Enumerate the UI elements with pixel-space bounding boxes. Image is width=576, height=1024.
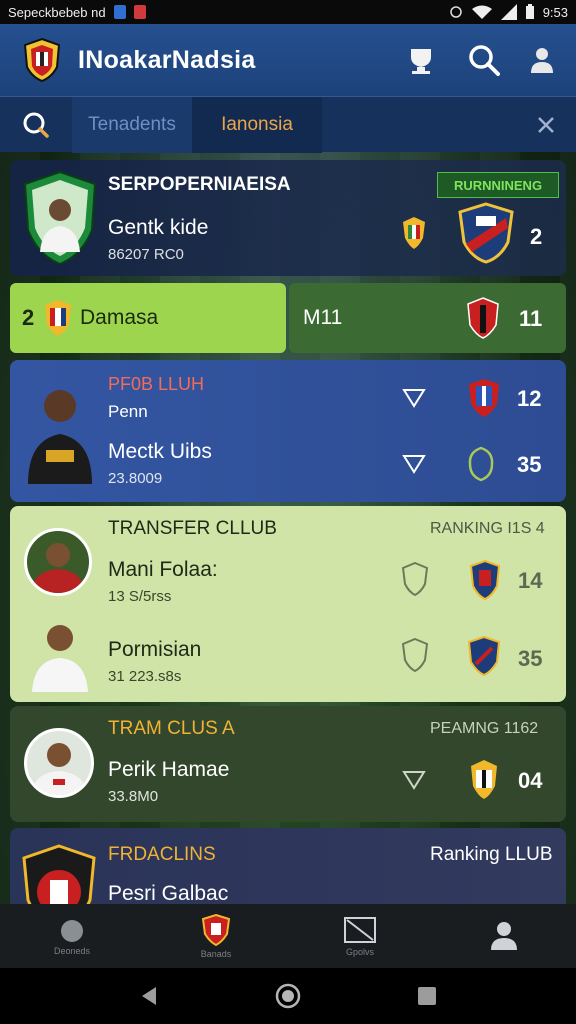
card-heading: FRDACLINS (108, 844, 216, 865)
nav-home[interactable]: Deoneds (0, 904, 144, 968)
ranking-label: PEAMNG 1162 (430, 720, 539, 737)
player-sub: 23.8009 (108, 470, 163, 487)
player-card-1[interactable]: SERPOPERNIAEISA RURNNINENG Gentk kide 86… (10, 160, 566, 276)
club-shield-icon (403, 217, 425, 249)
player-sub: 13 S/5rss (108, 588, 172, 605)
trophy-icon[interactable] (404, 45, 438, 75)
transfer-club-card[interactable]: TRANSFER CLLUB RANKING I1S 4 Mani Folaa:… (10, 506, 566, 702)
status-time: 9:53 (542, 4, 568, 20)
search-toggle[interactable] (0, 97, 72, 153)
ranking-badge: RURNNINENG (437, 172, 559, 198)
app-bar: INoakarNadsia (0, 24, 576, 96)
club-shield-icon (469, 379, 499, 417)
club-crest-icon (202, 913, 230, 946)
nav-clubs[interactable]: Banads (144, 904, 288, 968)
club-crest-logo (23, 37, 61, 83)
card-value-2: 35 (517, 452, 542, 477)
match-card-left[interactable]: 2 Damasa (10, 283, 286, 353)
club-shield-icon (471, 760, 497, 799)
card-value-1: 12 (517, 386, 542, 411)
alarm-icon (449, 6, 462, 18)
search-small-icon (23, 112, 49, 138)
chevron-shield-icon (402, 455, 426, 474)
player-photo (31, 543, 85, 593)
right-label: M11 (303, 306, 343, 329)
system-navigation-bar (0, 968, 576, 1024)
club-shield-icon (470, 560, 500, 600)
player-avatar (24, 528, 92, 596)
player-name: Pesri Galbac (108, 882, 229, 905)
card-heading: TRANSFER CLLUB (108, 518, 277, 539)
card-value: 04 (518, 768, 543, 793)
back-icon[interactable] (138, 985, 160, 1007)
player-name: Mectk Uibs (108, 440, 212, 463)
card-subheading: Penn (108, 402, 148, 421)
chevron-shield-icon (402, 389, 426, 408)
recents-icon[interactable] (416, 985, 438, 1007)
filter-tab-label: Ianonsia (221, 113, 293, 135)
chevron-shield-icon (402, 771, 426, 790)
home-icon[interactable] (275, 983, 301, 1009)
bottom-navigation: Deoneds Banads Gpolvs (0, 904, 576, 968)
card-value: 2 (530, 224, 543, 249)
player-name: Gentk kide (108, 216, 209, 239)
player-name: Pormisian (108, 638, 202, 661)
ranking-label: Ranking LLUB (430, 844, 553, 865)
profile-icon (491, 921, 517, 950)
player-name: Perik Hamae (108, 758, 230, 781)
club-shield-icon (468, 636, 500, 676)
player-photo (28, 390, 92, 484)
card-heading: PF0B LLUH (108, 374, 205, 394)
left-number: 2 (22, 305, 35, 330)
player-shield-avatar (23, 170, 97, 266)
ball-bag-icon (61, 919, 83, 942)
player-sub: 33.8M0 (108, 788, 159, 805)
player-avatar (24, 728, 94, 798)
filter-tab-ianonsia[interactable]: Ianonsia (192, 96, 322, 153)
match-card-right[interactable]: M11 11 (289, 283, 566, 353)
club-outline-icon (402, 562, 428, 596)
profile-icon[interactable] (530, 46, 554, 74)
wifi-icon (471, 5, 492, 19)
app-title: INoakarNadsia (78, 45, 256, 74)
row-value: 35 (518, 646, 543, 671)
battery-icon (525, 4, 534, 19)
card-heading: TRAM CLUS A (108, 718, 235, 739)
player-name: Mani Folaa: (108, 558, 218, 581)
row-value: 14 (518, 568, 543, 593)
club-crest-large (22, 844, 96, 908)
close-icon[interactable] (536, 115, 556, 135)
player-sub: 31 223.s8s (108, 668, 182, 685)
right-value: 11 (519, 306, 543, 331)
search-icon[interactable] (468, 44, 500, 76)
notification-icon-2 (133, 5, 146, 19)
left-label: Damasa (80, 306, 159, 329)
card-heading: SERPOPERNIAEISA (108, 174, 291, 195)
signal-icon (500, 4, 517, 20)
club-shield-icon (467, 297, 499, 339)
nav-label: Gpolvs (345, 946, 374, 957)
nav-label: Banads (200, 948, 232, 959)
club-shield-icon (45, 300, 71, 336)
nav-stats[interactable]: Gpolvs (288, 904, 432, 968)
status-left-text: Sepeckbebeb nd (8, 4, 106, 20)
fracluns-card[interactable]: FRDACLINS Ranking LLUB Pesri Galbac (10, 828, 566, 908)
club-outline-icon (402, 638, 428, 672)
nav-label: Deoneds (53, 945, 91, 956)
lion-emblem-icon (468, 446, 494, 482)
player-sub: 86207 RC0 (108, 246, 184, 263)
notification-icon (113, 5, 126, 19)
board-icon (344, 916, 376, 943)
search-filter-bar: Tenadents Ianonsia (0, 96, 576, 153)
status-bar: Sepeckbebeb nd 9:53 (0, 0, 576, 24)
nav-profile[interactable] (432, 904, 576, 968)
player-photo (32, 625, 88, 692)
team-club-card[interactable]: TRAM CLUS A PEAMNG 1162 Perik Hamae 33.8… (10, 706, 566, 822)
filter-tab-label: Tenadents (88, 113, 176, 135)
player-card-3[interactable]: PF0B LLUH Penn Mectk Uibs 23.8009 12 35 (10, 360, 566, 502)
ranking-label: RANKING I1S 4 (430, 520, 545, 537)
club-crest-icon (458, 202, 514, 264)
player-photo (31, 743, 87, 795)
filter-tab-tenadents[interactable]: Tenadents (72, 96, 192, 153)
